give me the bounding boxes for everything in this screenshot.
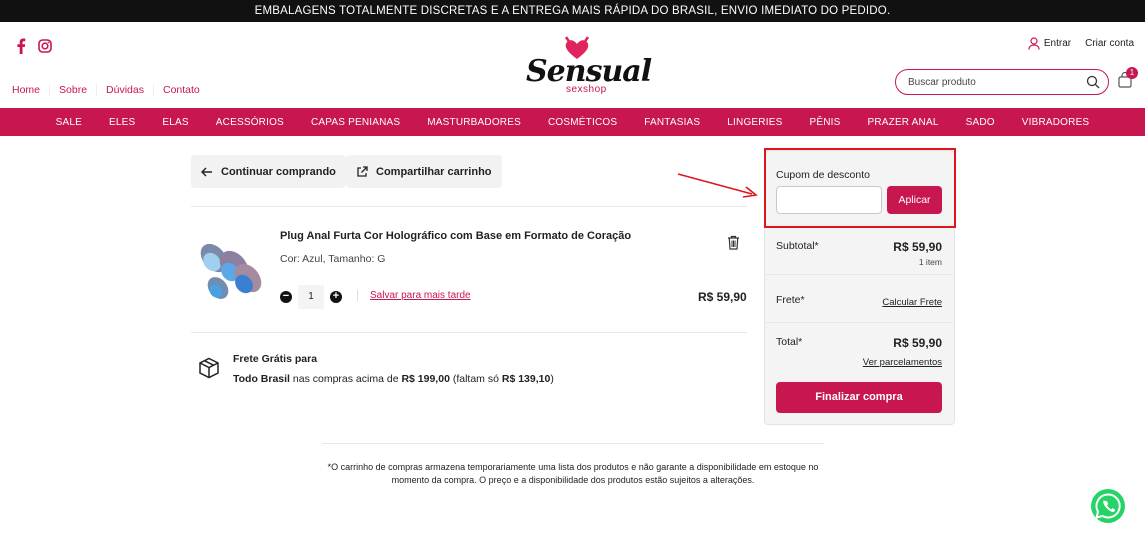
- coupon-input[interactable]: [776, 186, 882, 214]
- package-icon: [199, 357, 219, 379]
- continue-shopping-button[interactable]: Continuar comprando: [191, 155, 346, 188]
- category-elas[interactable]: ELAS: [149, 117, 202, 128]
- disclaimer-line-1: *O carrinho de compras armazena temporar…: [327, 462, 819, 472]
- nav-contato[interactable]: Contato: [152, 84, 209, 96]
- arrow-left-icon: [201, 167, 212, 176]
- category-masturbadores[interactable]: MASTURBADORES: [414, 117, 535, 128]
- annotation-arrow-icon: [677, 173, 758, 198]
- free-shipping-title: Frete Grátis para: [233, 353, 318, 365]
- checkout-button[interactable]: Finalizar compra: [776, 382, 942, 413]
- create-account-link[interactable]: Criar conta: [1085, 38, 1134, 49]
- product-price: R$ 59,90: [698, 290, 747, 304]
- increase-quantity-button[interactable]: +: [330, 291, 342, 303]
- top-nav: Home Sobre Dúvidas Contato: [12, 84, 209, 96]
- divider: [191, 206, 747, 207]
- free-shipping-region: Todo Brasil: [233, 373, 290, 385]
- divider: [764, 274, 955, 275]
- category-penis[interactable]: PÊNIS: [796, 117, 854, 128]
- free-shipping-threshold: R$ 199,00: [401, 373, 450, 385]
- divider: [322, 443, 824, 444]
- quantity-stepper: − 1 +: [280, 285, 342, 309]
- free-shipping-close: ): [550, 373, 554, 385]
- site-logo[interactable]: Sensual sexshop: [522, 36, 652, 98]
- site-header: Home Sobre Dúvidas Contato Sensual sexsh…: [0, 22, 1145, 108]
- instagram-icon[interactable]: [38, 39, 52, 53]
- free-shipping-remaining: R$ 139,10: [501, 373, 551, 385]
- category-acessorios[interactable]: ACESSÓRIOS: [202, 117, 297, 128]
- nav-sobre[interactable]: Sobre: [49, 84, 96, 96]
- nav-home[interactable]: Home: [12, 84, 49, 96]
- category-lingeries[interactable]: LINGERIES: [714, 117, 796, 128]
- product-title[interactable]: Plug Anal Furta Cor Holográfico com Base…: [280, 230, 631, 242]
- category-cosmeticos[interactable]: COSMÉTICOS: [534, 117, 630, 128]
- category-prazer-anal[interactable]: PRAZER ANAL: [854, 117, 952, 128]
- decrease-quantity-button[interactable]: −: [280, 291, 292, 303]
- installments-link[interactable]: Ver parcelamentos: [863, 357, 942, 368]
- disclaimer-line-2: momento da compra. O preço e a disponibi…: [391, 475, 755, 485]
- share-cart-label: Compartilhar carrinho: [376, 165, 492, 178]
- social-links: [16, 38, 52, 54]
- user-icon: [1028, 37, 1040, 50]
- divider: [764, 322, 955, 323]
- shipping-label: Frete*: [776, 294, 805, 306]
- search-input[interactable]: Buscar produto: [895, 69, 1109, 95]
- free-shipping-text: nas compras acima de: [289, 373, 402, 385]
- coupon-label: Cupom de desconto: [776, 169, 870, 181]
- announcement-bar: EMBALAGENS TOTALMENTE DISCRETAS E A ENTR…: [0, 0, 1145, 22]
- divider: [191, 332, 747, 333]
- login-label: Entrar: [1043, 38, 1072, 49]
- category-fantasias[interactable]: FANTASIAS: [631, 117, 714, 128]
- subtotal-label: Subtotal*: [776, 240, 819, 252]
- cart-button[interactable]: 1: [1117, 67, 1138, 93]
- category-nav: SALE ELES ELAS ACESSÓRIOS CAPAS PENIANAS…: [0, 108, 1145, 136]
- cart-disclaimer: *O carrinho de compras armazena temporar…: [322, 461, 824, 487]
- search-placeholder: Buscar produto: [908, 77, 976, 88]
- category-eles[interactable]: ELES: [96, 117, 149, 128]
- product-variant: Cor: Azul, Tamanho: G: [280, 253, 386, 265]
- whatsapp-icon[interactable]: [1089, 487, 1127, 525]
- total-value: R$ 59,90: [893, 336, 942, 350]
- facebook-icon[interactable]: [16, 38, 26, 54]
- item-count: 1 item: [918, 257, 942, 267]
- apply-coupon-button[interactable]: Aplicar: [887, 186, 942, 214]
- search-icon[interactable]: [1086, 75, 1100, 89]
- quantity-value[interactable]: 1: [298, 285, 324, 309]
- product-image[interactable]: [192, 236, 270, 306]
- subtotal-value: R$ 59,90: [893, 240, 942, 254]
- share-icon: [357, 165, 368, 177]
- save-for-later-link[interactable]: Salvar para mais tarde: [357, 290, 471, 301]
- category-sado[interactable]: SADO: [952, 117, 1008, 128]
- continue-shopping-label: Continuar comprando: [221, 165, 336, 178]
- category-capas-penianas[interactable]: CAPAS PENIANAS: [297, 117, 413, 128]
- category-sale[interactable]: SALE: [42, 117, 95, 128]
- calculate-shipping-link[interactable]: Calcular Frete: [882, 297, 942, 308]
- free-shipping-detail: Todo Brasil nas compras acima de R$ 199,…: [233, 373, 554, 385]
- logo-subtitle: sexshop: [566, 84, 607, 95]
- category-vibradores[interactable]: VIBRADORES: [1008, 117, 1103, 128]
- free-shipping-remaining-text: (faltam só: [449, 373, 502, 385]
- login-link[interactable]: Entrar: [1028, 37, 1071, 50]
- nav-duvidas[interactable]: Dúvidas: [96, 84, 153, 96]
- total-label: Total*: [776, 336, 803, 348]
- cart-count-badge: 1: [1126, 67, 1138, 79]
- share-cart-button[interactable]: Compartilhar carrinho: [346, 155, 502, 188]
- account-links: Entrar Criar conta: [1028, 37, 1134, 50]
- trash-icon[interactable]: [727, 235, 740, 250]
